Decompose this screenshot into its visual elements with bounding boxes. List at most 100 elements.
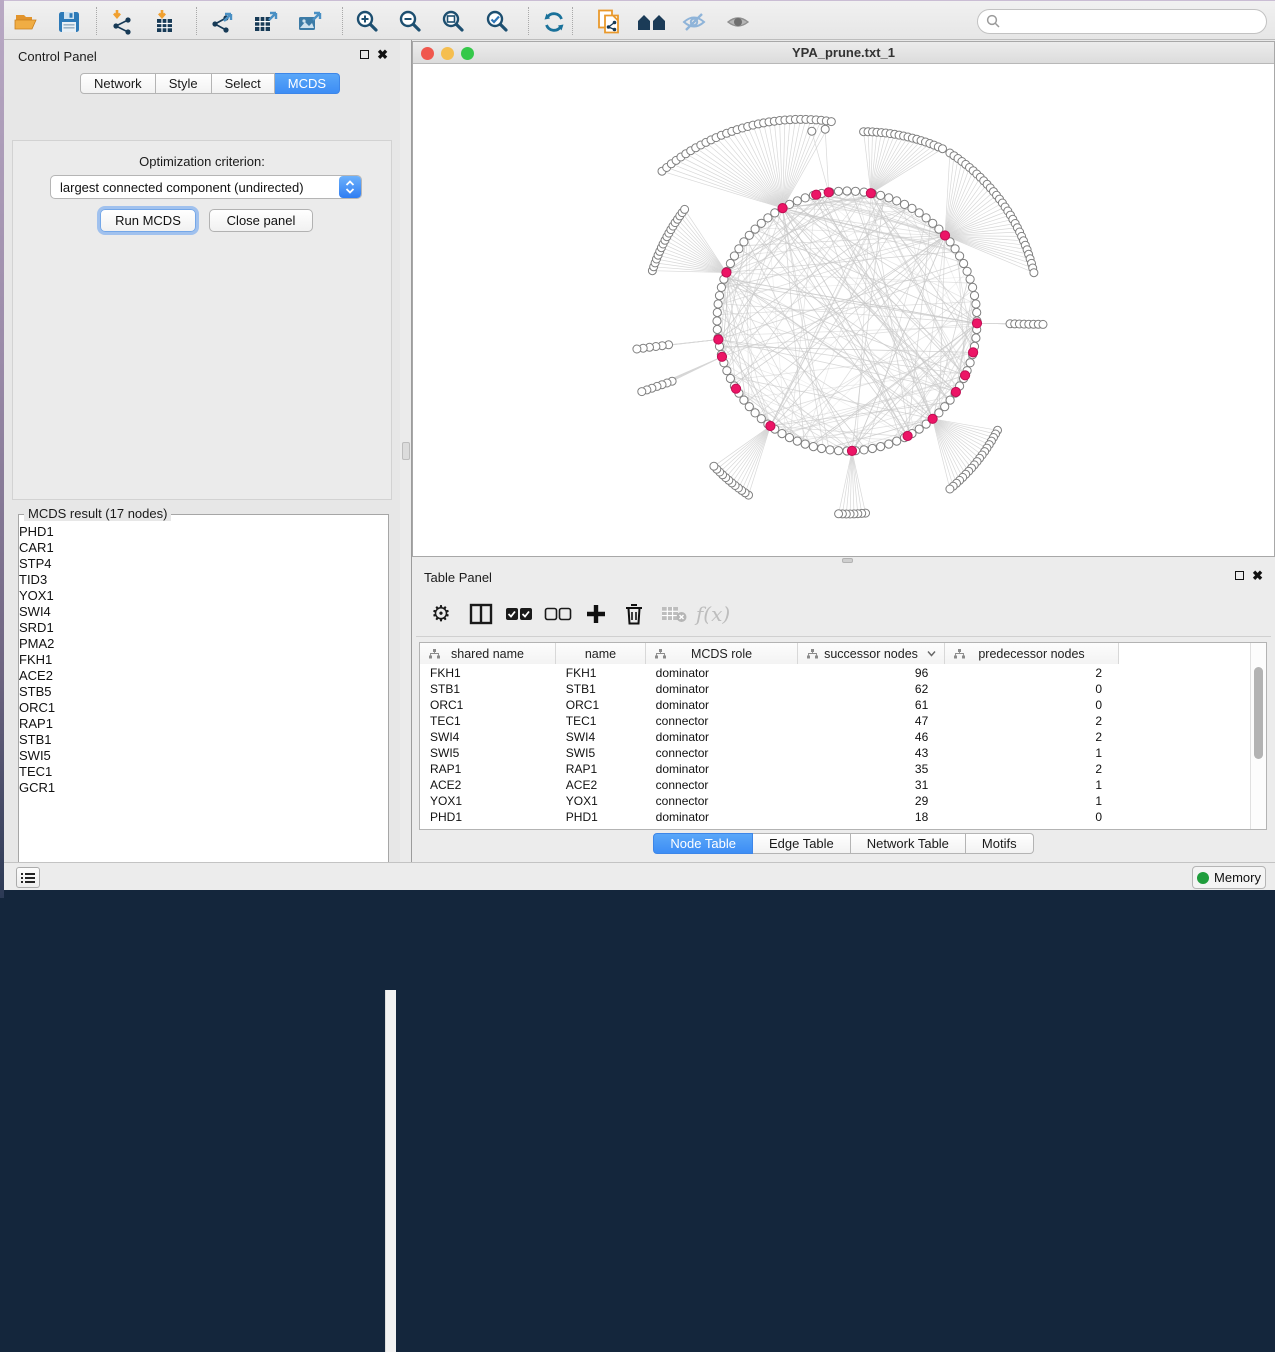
table-row[interactable]: TEC1TEC1connector472 [420,713,1118,729]
zoom-fit-button[interactable] [438,8,468,35]
table-cell: RAP1 [420,761,556,777]
export-image-button[interactable] [295,8,325,35]
mcds-result-item[interactable]: STP4 [19,556,359,572]
first-neighbors-button[interactable] [637,8,667,35]
mcds-result-item[interactable]: SWI5 [19,748,359,764]
mcds-hub-node [847,446,856,455]
open-file-button[interactable] [12,8,42,35]
hide-selected-button[interactable] [680,8,710,35]
criterion-dropdown[interactable]: largest connected component (undirected) [50,175,362,199]
horizontal-splitter-handle[interactable] [842,558,853,563]
close-panel-button[interactable]: Close panel [209,209,313,232]
import-table-button[interactable] [152,8,182,35]
function-builder-button[interactable]: f(x) [698,599,728,629]
tab-select[interactable]: Select [212,73,275,94]
table-row[interactable]: YOX1YOX1connector291 [420,793,1118,809]
table-cell: 0 [944,697,1118,713]
mcds-result-item[interactable]: GCR1 [19,780,359,796]
mcds-hub-node [951,387,960,396]
network-canvas[interactable] [413,65,1274,556]
mcds-hub-node [940,231,949,240]
save-session-button[interactable] [54,8,84,35]
deselect-all-button[interactable] [543,599,573,629]
export-table-button[interactable] [251,8,281,35]
table-row[interactable]: SWI5SWI5connector431 [420,745,1118,761]
tab-mcds[interactable]: MCDS [275,73,340,94]
unchecked-boxes-icon [544,607,572,621]
mcds-result-item[interactable]: PHD1 [19,524,359,540]
export-network-button[interactable] [207,8,237,35]
delete-table-button[interactable] [659,599,689,629]
mcds-list-scrollbar[interactable] [385,990,396,1352]
tab-network[interactable]: Network [80,73,156,94]
network-search-field[interactable] [977,9,1267,34]
tab-node-table[interactable]: Node Table [653,833,753,854]
horizontal-splitter[interactable] [412,557,1275,565]
table-row[interactable]: ACE2ACE2connector311 [420,777,1118,793]
delete-column-button[interactable] [619,599,649,629]
tab-style[interactable]: Style [156,73,212,94]
table-tabs: Node Table Edge Table Network Table Moti… [412,833,1275,854]
table-row[interactable]: STB1STB1dominator620 [420,681,1118,697]
column-header-successor-nodes[interactable]: successor nodes [798,643,945,664]
memory-button[interactable]: Memory [1192,866,1266,889]
tab-edge-table[interactable]: Edge Table [753,833,851,854]
show-all-button[interactable] [724,8,754,35]
mcds-result-item[interactable]: RAP1 [19,716,359,732]
mcds-result-item[interactable]: TID3 [19,572,359,588]
mcds-result-item[interactable]: PMA2 [19,636,359,652]
table-options-button[interactable]: ⚙ [426,599,456,629]
control-panel-title: Control Panel [18,49,97,64]
network-view-window: YPA_prune.txt_1 [412,41,1275,557]
mcds-result-item[interactable]: FKH1 [19,652,359,668]
column-view-button[interactable] [466,599,496,629]
mcds-result-item[interactable]: TEC1 [19,764,359,780]
mcds-result-item[interactable]: CAR1 [19,540,359,556]
column-type-icon [807,649,818,659]
zoom-selected-button[interactable] [482,8,512,35]
float-panel-icon[interactable] [360,50,369,59]
tab-motifs[interactable]: Motifs [966,833,1034,854]
memory-label: Memory [1214,870,1261,885]
vertical-splitter-handle[interactable] [402,442,410,460]
table-scrollbar-thumb[interactable] [1254,667,1263,759]
tab-network-table[interactable]: Network Table [851,833,966,854]
table-cell: 1 [944,745,1118,761]
list-icon [21,872,35,884]
network-titlebar[interactable]: YPA_prune.txt_1 [413,42,1274,64]
add-column-button[interactable] [581,599,611,629]
table-row[interactable]: RAP1RAP1dominator352 [420,761,1118,777]
select-all-button[interactable] [504,599,534,629]
clone-network-button[interactable] [594,8,624,35]
close-table-panel-icon[interactable]: ✖ [1252,571,1263,580]
mcds-result-item[interactable]: STB5 [19,684,359,700]
float-table-panel-icon[interactable] [1235,571,1244,580]
run-mcds-button[interactable]: Run MCDS [100,209,196,232]
vertical-splitter[interactable] [400,40,412,862]
close-panel-icon[interactable]: ✖ [377,50,388,59]
mcds-result-item[interactable]: SWI4 [19,604,359,620]
import-network-button[interactable] [108,8,138,35]
mcds-hub-node [714,335,723,344]
table-row[interactable]: SWI4SWI4dominator462 [420,729,1118,745]
search-input[interactable] [1006,14,1266,29]
task-history-button[interactable] [16,867,40,888]
apply-layout-button[interactable] [539,8,569,35]
column-header-predecessor-nodes[interactable]: predecessor nodes [945,643,1119,664]
mcds-result-item[interactable]: YOX1 [19,588,359,604]
mcds-result-item[interactable]: ORC1 [19,700,359,716]
column-header-MCDS-role[interactable]: MCDS role [646,643,798,664]
column-header-shared-name[interactable]: shared name [420,643,556,664]
mcds-result-item[interactable]: ACE2 [19,668,359,684]
column-header-name[interactable]: name [556,643,646,664]
table-row[interactable]: ORC1ORC1dominator610 [420,697,1118,713]
mcds-result-item[interactable]: STB1 [19,732,359,748]
table-cell: dominator [646,729,798,745]
zoom-out-button[interactable] [395,8,425,35]
mcds-result-item[interactable]: SRD1 [19,620,359,636]
import-table-icon [153,9,181,35]
table-row[interactable]: FKH1FKH1dominator962 [420,665,1118,681]
table-row[interactable]: PHD1PHD1dominator180 [420,809,1118,825]
zoom-in-button[interactable] [352,8,382,35]
table-scrollbar[interactable] [1250,643,1266,829]
